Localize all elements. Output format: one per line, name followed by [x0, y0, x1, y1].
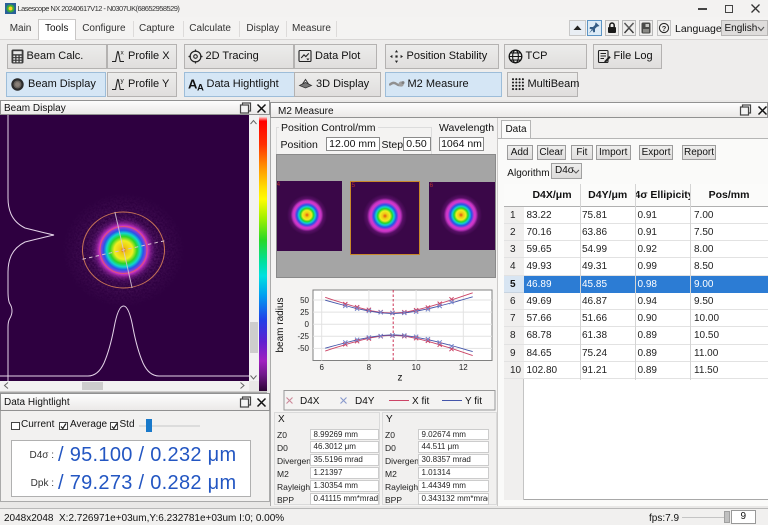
svg-text:D4Y: D4Y	[355, 396, 375, 407]
svg-text:z: z	[398, 373, 403, 384]
svg-text:25: 25	[300, 308, 309, 317]
svg-text:12: 12	[459, 363, 468, 372]
svg-text:50: 50	[300, 296, 309, 305]
svg-text:0: 0	[305, 320, 310, 329]
svg-text:X fit: X fit	[412, 396, 429, 407]
svg-text:y: y	[121, 77, 125, 84]
svg-text:Y fit: Y fit	[465, 396, 482, 407]
svg-text:6: 6	[319, 363, 324, 372]
svg-text:D4X: D4X	[300, 396, 320, 407]
svg-text:-50: -50	[297, 344, 309, 353]
svg-text:beam radius: beam radius	[275, 297, 286, 352]
svg-text:A: A	[197, 83, 204, 92]
svg-text:10: 10	[412, 363, 421, 372]
svg-text:?: ?	[661, 24, 666, 33]
svg-text:-25: -25	[297, 332, 309, 341]
svg-text:x: x	[121, 49, 125, 56]
svg-text:8: 8	[367, 363, 372, 372]
